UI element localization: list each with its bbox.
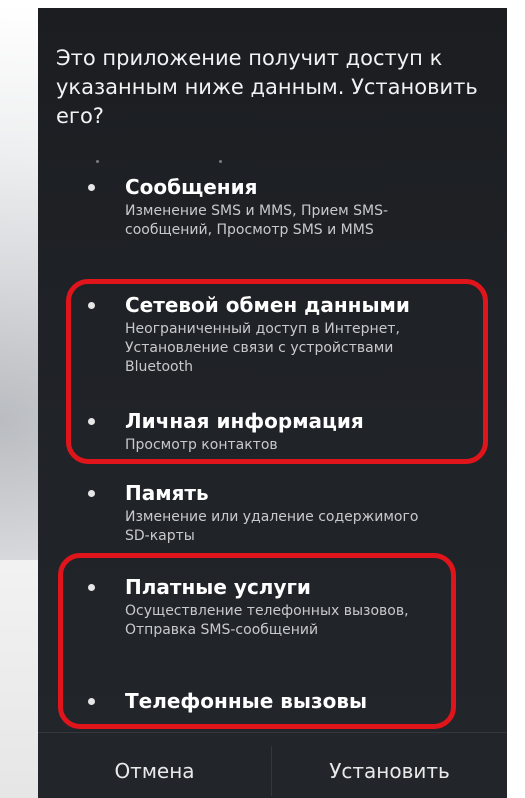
dialog-message: Это приложение получит доступ к указанны… — [56, 46, 478, 128]
permission-title: Память — [125, 481, 209, 505]
install-button[interactable]: Установить — [272, 746, 507, 796]
dot — [219, 160, 222, 163]
footer-divider — [38, 732, 507, 733]
highlight-outline-network-personal — [66, 279, 488, 464]
bullet-icon — [88, 184, 95, 191]
bullet-icon — [88, 490, 95, 497]
permission-description: Изменение SMS и MMS, Прием SMS-сообщений… — [125, 203, 389, 238]
highlight-outline-paid-calls — [58, 553, 456, 729]
scroll-dots — [96, 160, 226, 166]
permission-description: Изменение или удаление содержимого SD-ка… — [125, 509, 419, 544]
permission-storage: Память Изменение или удаление содержимог… — [88, 480, 488, 550]
install-permissions-dialog: Это приложение получит доступ к указанны… — [38, 8, 507, 798]
permission-title: Сообщения — [125, 175, 258, 199]
cancel-button[interactable]: Отмена — [38, 746, 271, 796]
permission-messages: Сообщения Изменение SMS и MMS, Прием SMS… — [88, 174, 488, 274]
dot — [96, 160, 99, 163]
